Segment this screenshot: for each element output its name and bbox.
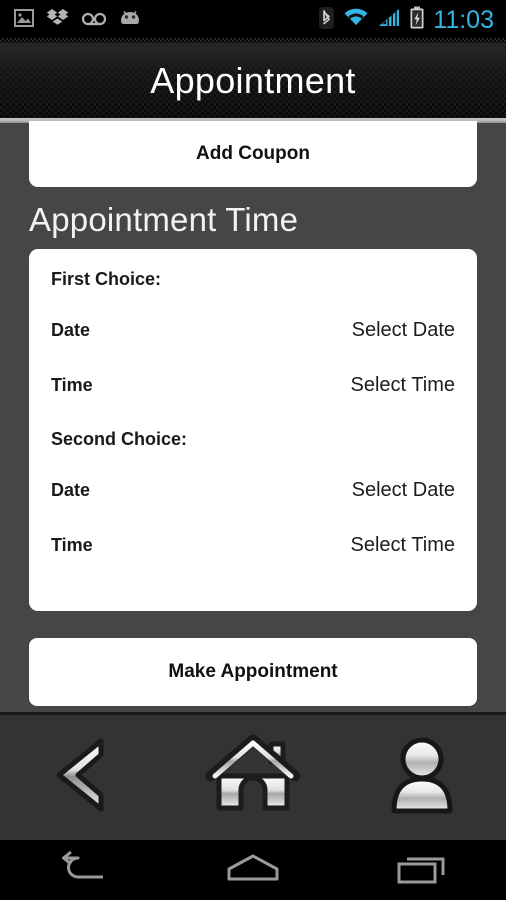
scroll-content[interactable]: Add Coupon Appointment Time First Choice…	[0, 121, 506, 708]
status-bar-clock: 11:03	[433, 5, 494, 34]
profile-person-icon	[387, 733, 457, 822]
status-bar-notifications	[0, 7, 142, 34]
cell-signal-icon	[377, 7, 401, 34]
android-back-icon	[58, 850, 110, 890]
nav-profile-button[interactable]	[357, 728, 487, 828]
android-system-nav-bar	[0, 840, 506, 900]
system-back-button[interactable]	[29, 840, 139, 900]
system-recents-button[interactable]	[367, 840, 477, 900]
android-robot-icon	[118, 7, 142, 34]
system-home-button[interactable]	[198, 840, 308, 900]
gallery-image-icon	[13, 7, 35, 34]
first-choice-label: First Choice:	[51, 269, 162, 289]
nav-back-button[interactable]	[19, 728, 149, 828]
status-bar-system-icons: 11:03	[318, 6, 506, 35]
second-choice-time-row[interactable]: Time Select Time	[29, 534, 477, 589]
add-coupon-button[interactable]: Add Coupon	[29, 121, 477, 187]
status-bar: 11:03	[0, 0, 506, 40]
bluetooth-icon	[318, 6, 335, 35]
app-title-bar: Appointment	[0, 43, 506, 118]
second-choice-date-label: Date	[51, 480, 91, 500]
dropbox-icon	[46, 7, 70, 34]
second-choice-time-value[interactable]: Select Time	[351, 534, 455, 557]
make-appointment-label: Make Appointment	[168, 661, 338, 682]
second-choice-date-row[interactable]: Date Select Date	[29, 479, 477, 534]
second-choice-date-value[interactable]: Select Date	[352, 479, 455, 502]
wifi-icon	[343, 7, 369, 34]
app-bottom-nav	[0, 712, 506, 840]
first-choice-date-label: Date	[51, 320, 91, 340]
first-choice-date-row[interactable]: Date Select Date	[29, 319, 477, 374]
voicemail-icon	[81, 7, 107, 34]
second-choice-heading-row: Second Choice:	[29, 429, 477, 479]
home-icon	[205, 732, 301, 823]
first-choice-heading-row: First Choice:	[29, 269, 477, 319]
first-choice-time-value[interactable]: Select Time	[351, 374, 455, 397]
first-choice-time-label: Time	[51, 375, 93, 395]
second-choice-label: Second Choice:	[51, 429, 188, 449]
page-title: Appointment	[150, 59, 356, 101]
second-choice-time-label: Time	[51, 535, 93, 555]
make-appointment-button[interactable]: Make Appointment	[29, 638, 477, 706]
appointment-time-card: First Choice: Date Select Date Time Sele…	[29, 249, 477, 611]
android-home-icon	[225, 851, 281, 890]
add-coupon-label: Add Coupon	[196, 143, 310, 164]
appointment-time-heading: Appointment Time	[29, 201, 299, 238]
phone-screen: 11:03 Appointment Add Coupon Appointment…	[0, 0, 506, 900]
battery-charging-icon	[409, 6, 425, 35]
nav-home-button[interactable]	[188, 728, 318, 828]
android-recents-icon	[396, 851, 448, 890]
back-chevron-icon	[45, 735, 123, 820]
first-choice-time-row[interactable]: Time Select Time	[29, 374, 477, 429]
first-choice-date-value[interactable]: Select Date	[352, 319, 455, 342]
